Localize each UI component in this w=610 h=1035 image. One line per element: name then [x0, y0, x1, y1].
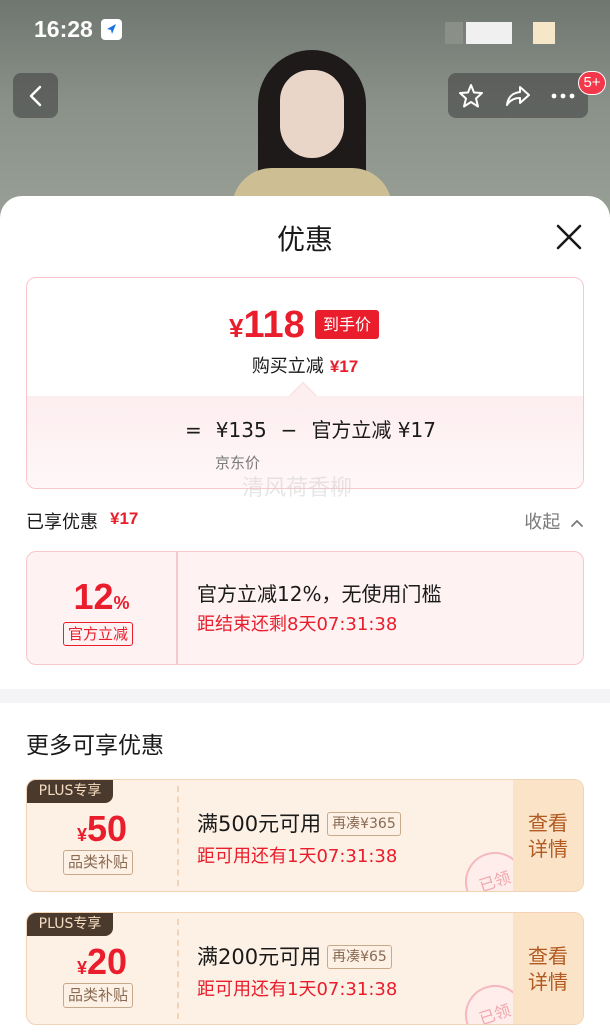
model-face	[280, 70, 344, 158]
buy-reduce-line: 购买立减 ¥17	[27, 352, 583, 378]
official-discount-card: 12% 官方立减 官方立减12%，无使用门槛 距结束还剩8天07:31:38	[26, 551, 584, 665]
topup-tag: 再凑¥65	[327, 945, 392, 969]
coupon-amount: ¥20	[27, 941, 177, 983]
discount-type-tag: 官方立减	[63, 622, 134, 646]
discount-percent-unit: %	[113, 593, 130, 613]
final-price: ¥118	[229, 304, 305, 347]
share-button[interactable]	[503, 81, 533, 111]
star-icon	[459, 84, 483, 108]
discount-sheet: 优惠 ¥118 到手价 购买立减 ¥17 = ¥135− 官方立减 ¥17 京东价 清…	[0, 196, 610, 1035]
watermark: 清风荷香柳	[242, 476, 353, 501]
discount-countdown: 距结束还剩8天07:31:38	[197, 614, 398, 635]
coupon-condition: 满500元可用 再凑¥365	[197, 808, 401, 838]
chevron-left-icon	[29, 85, 41, 106]
coupon-dashed-divider	[177, 919, 179, 1019]
sheet-title: 优惠	[276, 223, 333, 256]
topup-tag: 再凑¥365	[327, 812, 401, 836]
status-bar: 16:28	[0, 0, 610, 58]
more-button[interactable]	[548, 81, 578, 111]
category-subsidy-tag: 品类补贴	[63, 850, 134, 875]
share-icon	[506, 86, 530, 106]
currency-symbol: ¥	[76, 825, 87, 845]
view-details-button[interactable]: 查看 详情	[513, 913, 583, 1024]
detail-label-line1: 查看	[528, 943, 568, 968]
top-action-bar	[448, 73, 588, 118]
final-price-tag: 到手价	[315, 310, 380, 339]
collapse-label: 收起	[524, 512, 561, 533]
coupon-dashed-divider	[177, 786, 179, 886]
status-indicator-icon	[445, 22, 463, 44]
coupon-amount-value: 50	[86, 808, 128, 849]
official-reduce-value: 官方立减 ¥17	[311, 418, 436, 442]
enjoyed-discount-row: 已享优惠 ¥17 收起	[26, 508, 584, 538]
equals-sign: =	[185, 418, 202, 442]
jd-price-value: ¥135	[215, 418, 267, 442]
minus-sign: −	[280, 418, 298, 442]
back-button[interactable]	[13, 73, 58, 118]
enjoyed-label: 已享优惠	[26, 512, 98, 533]
price-formula: = ¥135− 官方立减 ¥17	[185, 414, 436, 443]
status-time: 16:28	[34, 16, 93, 42]
view-details-button[interactable]: 查看 详情	[513, 780, 583, 891]
card-divider	[176, 552, 178, 664]
currency-symbol: ¥	[76, 958, 87, 978]
coupon-card[interactable]: PLUS专享 ¥50 品类补贴 满500元可用 再凑¥365 距可用还有1天07:…	[26, 779, 584, 892]
plus-exclusive-tag: PLUS专享	[27, 780, 113, 803]
price-breakdown-card: ¥118 到手价 购买立减 ¥17 = ¥135− 官方立减 ¥17 京东价	[26, 277, 584, 489]
detail-label-line2: 详情	[528, 969, 568, 994]
currency-symbol: ¥	[229, 313, 244, 343]
coupon-condition: 满200元可用 再凑¥65	[197, 941, 392, 971]
coupon-amount: ¥50	[27, 808, 177, 850]
coupon-condition-text: 满500元可用	[197, 812, 322, 836]
more-dots-icon	[551, 93, 575, 99]
close-icon	[556, 224, 582, 250]
more-discounts-title: 更多可享优惠	[26, 733, 164, 759]
status-indicator-icon	[466, 22, 512, 44]
discount-percent: 12%	[27, 576, 176, 618]
coupon-countdown: 距可用还有1天07:31:38	[197, 846, 398, 867]
enjoyed-amount: ¥17	[110, 509, 139, 528]
collapse-button[interactable]: 收起	[524, 508, 584, 534]
detail-label-line2: 详情	[528, 836, 568, 861]
buy-reduce-label: 购买立减	[251, 356, 324, 377]
section-separator	[0, 689, 610, 703]
coupon-condition-text: 满200元可用	[197, 945, 322, 969]
chevron-up-icon	[571, 519, 583, 527]
final-price-value: 118	[243, 304, 305, 346]
coupon-amount-value: 20	[86, 941, 128, 982]
buy-reduce-amount: ¥17	[329, 357, 359, 376]
detail-label-line1: 查看	[528, 810, 568, 835]
category-subsidy-tag: 品类补贴	[63, 983, 134, 1008]
plus-exclusive-tag: PLUS专享	[27, 913, 113, 936]
discount-title: 官方立减12%，无使用门槛	[197, 582, 442, 606]
location-arrow-icon	[101, 19, 122, 40]
discount-percent-value: 12	[73, 576, 114, 617]
favorite-button[interactable]	[456, 81, 486, 111]
status-indicator-icon	[533, 22, 555, 44]
message-count-badge: 5+	[578, 71, 606, 95]
coupon-card[interactable]: PLUS专享 ¥20 品类补贴 满200元可用 再凑¥65 距可用还有1天07:3…	[26, 912, 584, 1025]
coupon-countdown: 距可用还有1天07:31:38	[197, 979, 398, 1000]
close-button[interactable]	[552, 220, 586, 254]
